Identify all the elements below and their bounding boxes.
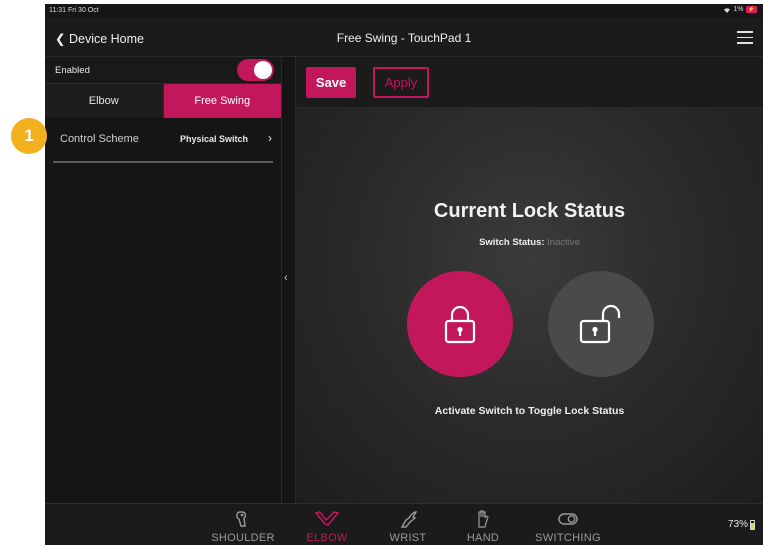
chevron-right-icon: ›: [268, 131, 272, 145]
mode-segmented-control: Elbow Free Swing: [45, 84, 281, 118]
tab-label: HAND: [466, 532, 500, 544]
switch-status: Switch Status: Inactive: [296, 237, 763, 248]
apply-button[interactable]: Apply: [373, 67, 429, 98]
tab-wrist[interactable]: WRIST: [378, 504, 438, 545]
unlock-button[interactable]: [548, 271, 654, 377]
tab-elbow[interactable]: ELBOW: [297, 504, 357, 545]
control-scheme-row[interactable]: Control Scheme Physical Switch ›: [45, 120, 281, 160]
charging-icon: ⚡: [745, 6, 757, 13]
elbow-icon: [314, 511, 340, 526]
callout-badge: 1: [11, 118, 47, 154]
settings-panel: Enabled Elbow Free Swing Control Scheme …: [45, 57, 281, 503]
tab-label: WRIST: [389, 532, 427, 544]
status-bar: 11:31 Fri 30 Oct 1% ⚡: [45, 4, 763, 18]
switch-status-label: Switch Status:: [479, 237, 545, 248]
segment-free-swing[interactable]: Free Swing: [163, 84, 281, 118]
hamburger-menu-icon[interactable]: [737, 31, 753, 44]
enabled-label: Enabled: [55, 65, 90, 76]
battery-percent: 73%: [727, 519, 748, 530]
lock-status-title: Current Lock Status: [433, 200, 626, 222]
tablet-screen: 11:31 Fri 30 Oct 1% ⚡ ❮ Device Home Free…: [45, 4, 763, 545]
bottom-tab-bar: SHOULDER ELBOW WRIST HAND SWITCHING 73%: [45, 503, 763, 545]
tab-shoulder[interactable]: SHOULDER: [205, 504, 281, 545]
divider: [53, 161, 273, 163]
status-time: 11:31 Fri 30 Oct: [49, 7, 99, 14]
control-scheme-label: Control Scheme: [60, 133, 139, 145]
navigation-bar: ❮ Device Home Free Swing - TouchPad 1: [45, 18, 763, 57]
tab-label: SWITCHING: [535, 532, 601, 544]
padlock-locked-icon: [444, 305, 476, 344]
lock-button[interactable]: [407, 271, 513, 377]
status-indicators: 1% ⚡: [723, 6, 757, 13]
control-scheme-value: Physical Switch: [180, 134, 249, 144]
wrist-icon: [400, 511, 418, 528]
battery-indicator: 73%: [728, 519, 755, 530]
switching-icon: [558, 513, 578, 525]
hand-icon: [478, 510, 489, 528]
toggle-knob: [254, 61, 272, 79]
padlock-unlocked-icon: [579, 304, 621, 344]
enabled-toggle[interactable]: [237, 59, 274, 81]
battery-icon: [750, 519, 755, 530]
enabled-row: Enabled: [45, 57, 281, 84]
tab-switching[interactable]: SWITCHING: [527, 504, 609, 545]
tab-label: ELBOW: [306, 532, 348, 544]
shoulder-icon: [236, 511, 246, 527]
save-button[interactable]: Save: [306, 67, 356, 98]
chevron-left-icon: ‹: [284, 272, 288, 284]
wifi-icon: [724, 7, 731, 13]
switch-status-value: Inactive: [547, 237, 580, 248]
segment-elbow[interactable]: Elbow: [45, 84, 164, 118]
page-title: Free Swing - TouchPad 1: [336, 31, 472, 45]
panel-collapse-handle[interactable]: ‹: [281, 57, 296, 503]
status-battery-percent: 1%: [733, 6, 744, 13]
lock-status-panel: Save Apply Current Lock Status Switch St…: [296, 57, 763, 503]
tab-hand[interactable]: HAND: [453, 504, 513, 545]
toolbar: Save Apply: [296, 57, 763, 108]
tab-label: SHOULDER: [211, 532, 275, 544]
toggle-hint: Activate Switch to Toggle Lock Status: [434, 405, 625, 417]
